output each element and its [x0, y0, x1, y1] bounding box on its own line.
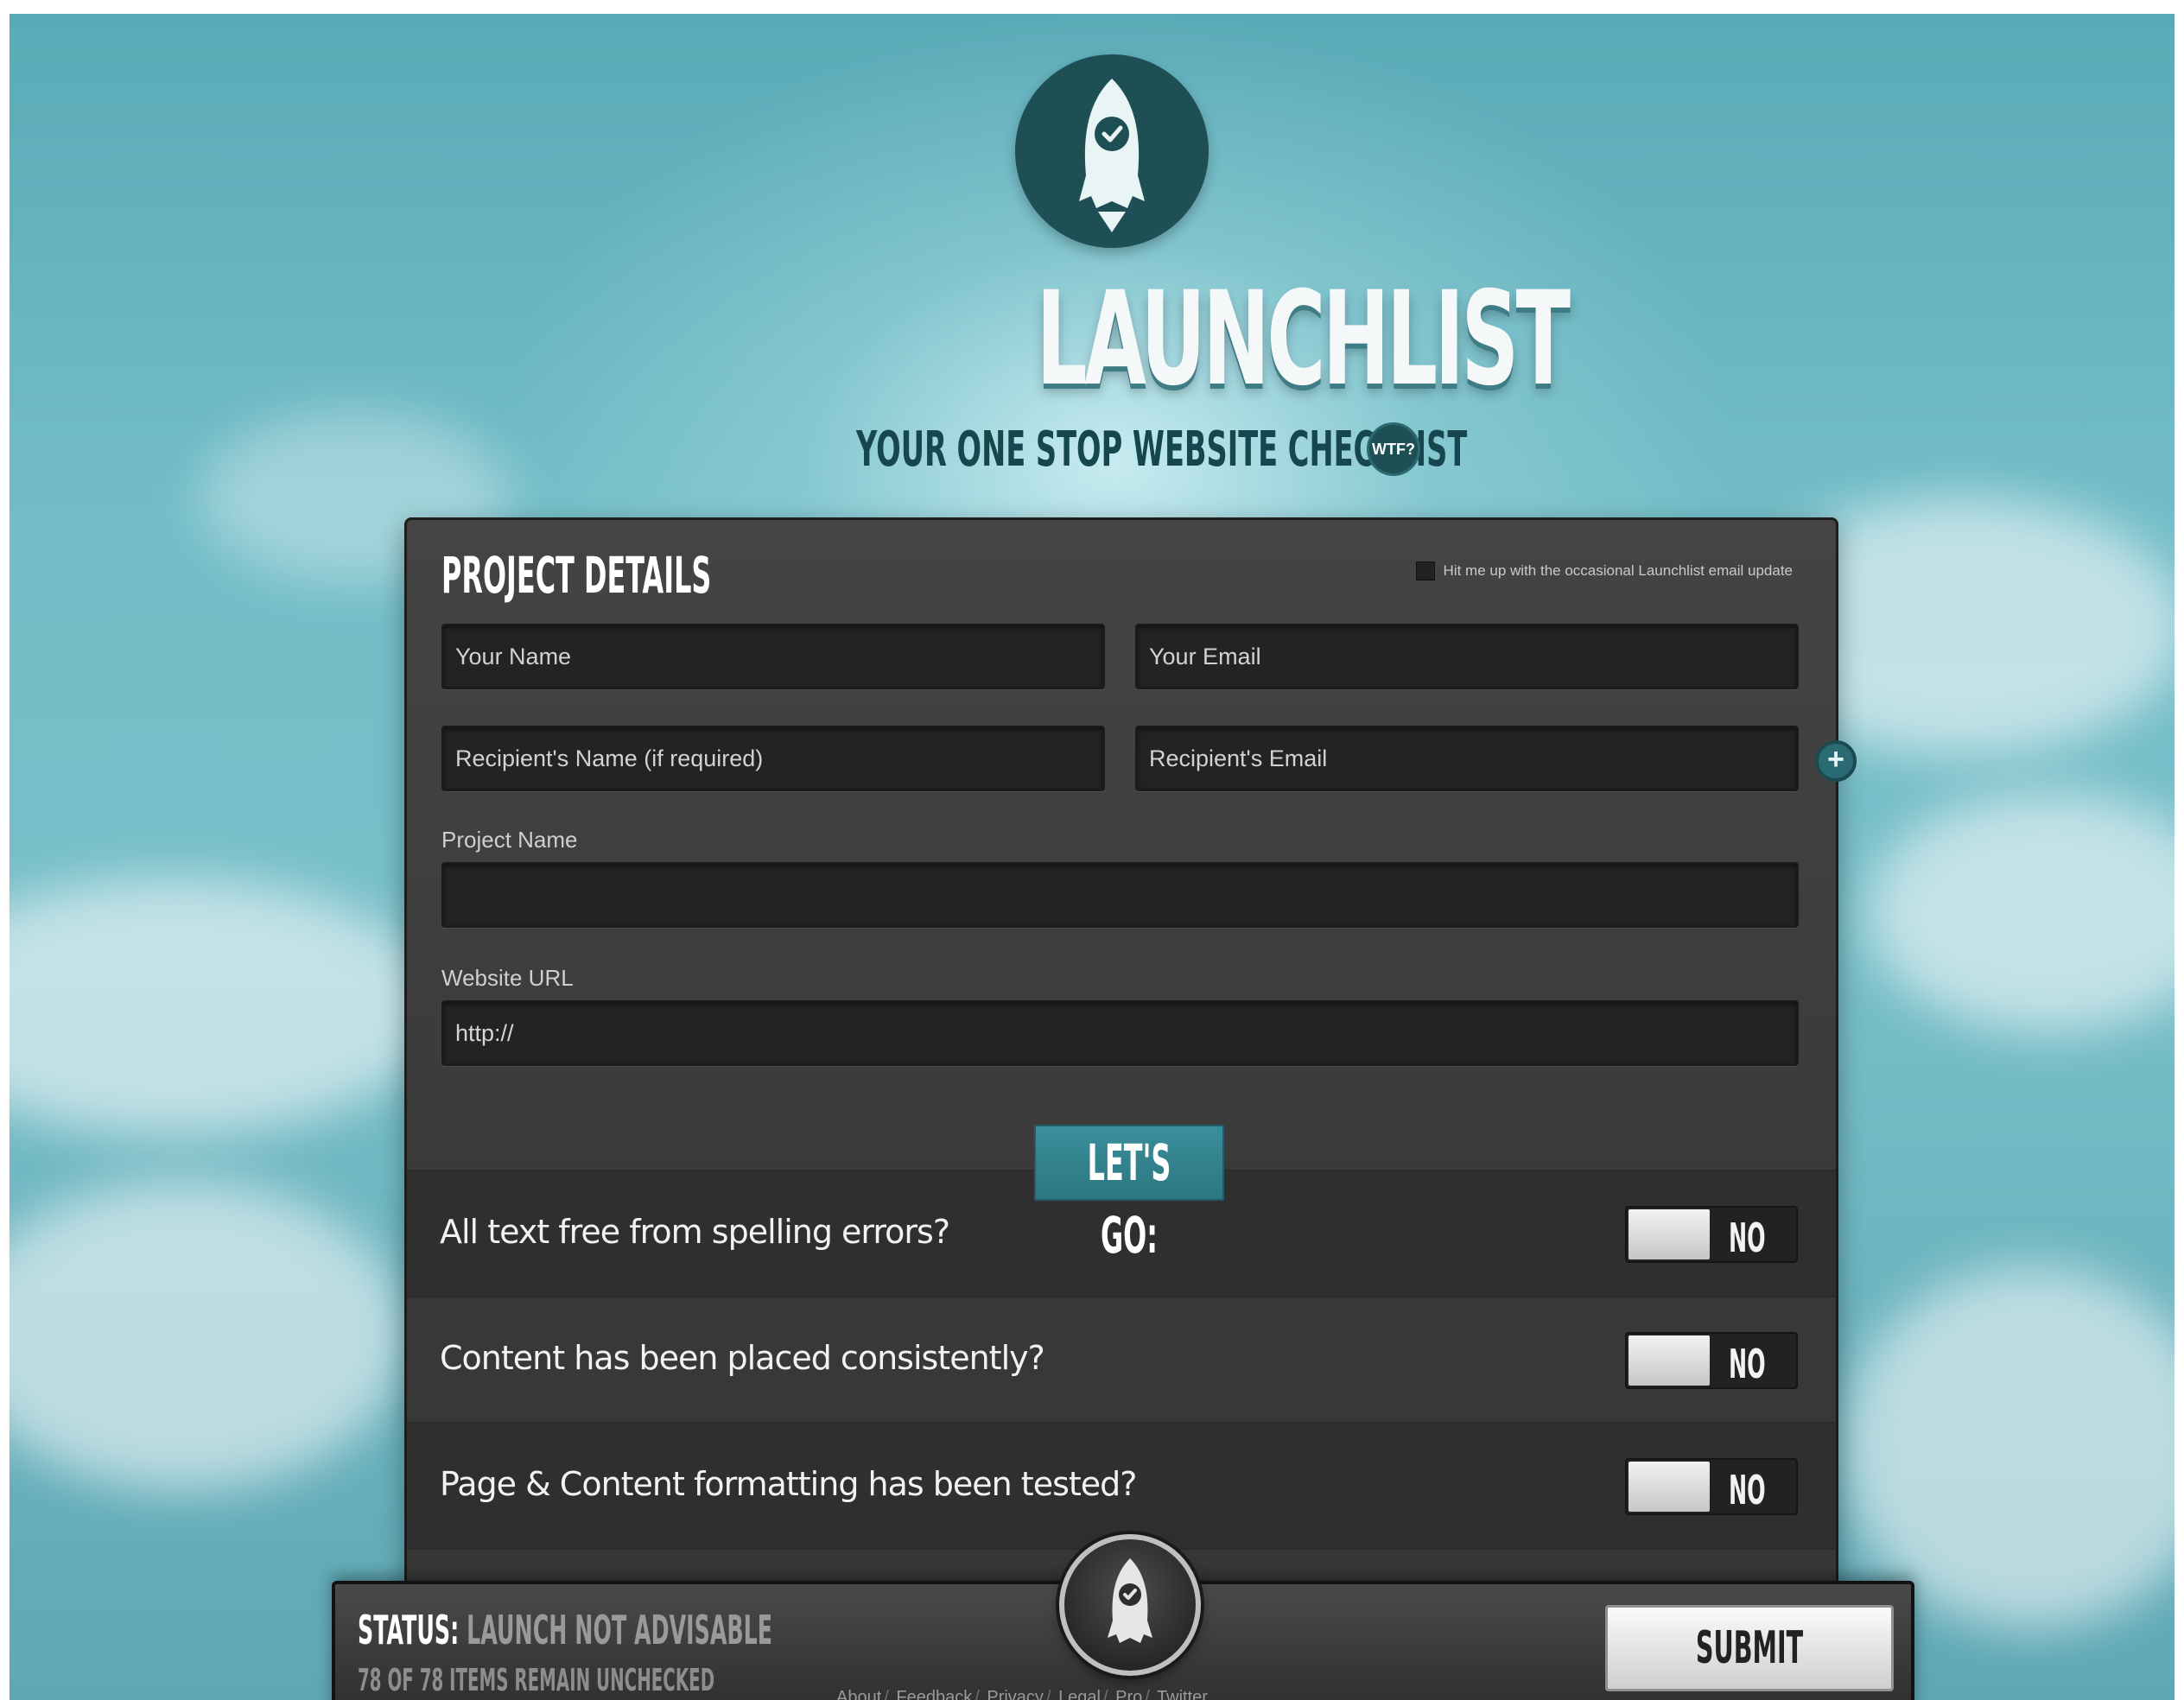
- tagline-text: YOUR ONE STOP WEBSITE CHECKLIST: [856, 422, 1468, 478]
- toggle-knob[interactable]: [1628, 1335, 1710, 1386]
- your-email-field[interactable]: Your Email: [1135, 624, 1799, 689]
- project-details-heading: PROJECT DETAILS: [441, 546, 712, 605]
- checklist-item: Content has been placed consistently? NO: [407, 1296, 1836, 1422]
- rocket-logo: [1015, 54, 1209, 248]
- lets-go-banner: LET'S GO:: [1034, 1125, 1224, 1265]
- your-name-field[interactable]: Your Name: [441, 624, 1105, 689]
- footer-link-feedback[interactable]: Feedback: [896, 1688, 972, 1700]
- brand-title: LAUNCHLIST: [1036, 264, 1571, 415]
- optin-label: Hit me up with the occasional Launchlist…: [1443, 562, 1793, 579]
- footer-link-privacy[interactable]: Privacy: [987, 1688, 1044, 1700]
- tagline: YOUR ONE STOP WEBSITE CHECKLIST WTF?: [830, 415, 1467, 478]
- add-recipient-button[interactable]: +: [1815, 740, 1857, 782]
- optin-checkbox[interactable]: [1415, 561, 1435, 580]
- checklist-item-label: All text free from spelling errors?: [440, 1213, 950, 1251]
- rocket-medallion: [1059, 1534, 1201, 1676]
- cloud-decoration: [1841, 1266, 2174, 1629]
- project-details-section: PROJECT DETAILS Hit me up with the occas…: [407, 520, 1836, 1194]
- yes-no-toggle[interactable]: NO: [1625, 1458, 1798, 1515]
- yes-no-toggle[interactable]: NO: [1625, 1206, 1798, 1263]
- website-url-label: Website URL: [441, 965, 574, 991]
- cloud-decoration: [1867, 791, 2174, 1033]
- wtf-info-button[interactable]: WTF?: [1367, 422, 1420, 476]
- website-url-value: http://: [455, 1019, 514, 1046]
- toggle-knob[interactable]: [1628, 1462, 1710, 1512]
- status-value: LAUNCH NOT ADVISABLE: [467, 1607, 773, 1653]
- checklist-item: Page & Content formatting has been teste…: [407, 1422, 1836, 1548]
- footer-link-pro[interactable]: Pro: [1115, 1688, 1142, 1700]
- status-key: STATUS:: [358, 1607, 460, 1653]
- launch-status: STATUS: LAUNCH NOT ADVISABLE: [358, 1607, 1112, 1653]
- submit-report-button[interactable]: SUBMIT REPORT: [1605, 1605, 1894, 1691]
- recipient-email-field[interactable]: Recipient's Email: [1135, 726, 1799, 791]
- project-panel: PROJECT DETAILS Hit me up with the occas…: [404, 517, 1838, 1700]
- your-email-placeholder: Your Email: [1149, 643, 1261, 669]
- toggle-state: NO: [1729, 1341, 1766, 1387]
- footer-link-about[interactable]: About: [836, 1688, 881, 1700]
- recipient-name-field[interactable]: Recipient's Name (if required): [441, 726, 1105, 791]
- checklist-item-label: Page & Content formatting has been teste…: [440, 1465, 1137, 1503]
- recipient-email-placeholder: Recipient's Email: [1149, 745, 1328, 771]
- project-name-field[interactable]: [441, 862, 1799, 928]
- footer-link-legal[interactable]: Legal: [1058, 1688, 1101, 1700]
- yes-no-toggle[interactable]: NO: [1625, 1332, 1798, 1389]
- your-name-placeholder: Your Name: [455, 643, 572, 669]
- toggle-knob[interactable]: [1628, 1209, 1710, 1259]
- website-url-field[interactable]: http://: [441, 1000, 1799, 1066]
- recipient-name-placeholder: Recipient's Name (if required): [455, 745, 764, 771]
- cloud-decoration: [10, 878, 441, 1137]
- page-background: LAUNCHLIST YOUR ONE STOP WEBSITE CHECKLI…: [10, 14, 2174, 1700]
- email-optin[interactable]: Hit me up with the occasional Launchlist…: [1415, 561, 1793, 580]
- footer-link-twitter[interactable]: Twitter: [1157, 1688, 1208, 1700]
- cloud-decoration: [10, 1180, 407, 1491]
- project-name-label: Project Name: [441, 827, 578, 853]
- rocket-icon: [1108, 1558, 1152, 1643]
- rocket-icon: [1079, 79, 1145, 232]
- checklist-item-label: Content has been placed consistently?: [440, 1339, 1045, 1377]
- toggle-state: NO: [1729, 1215, 1766, 1261]
- footer-links: About / Feedback / Privacy / Legal / Pro / Tw…: [836, 1688, 1208, 1700]
- toggle-state: NO: [1729, 1467, 1766, 1513]
